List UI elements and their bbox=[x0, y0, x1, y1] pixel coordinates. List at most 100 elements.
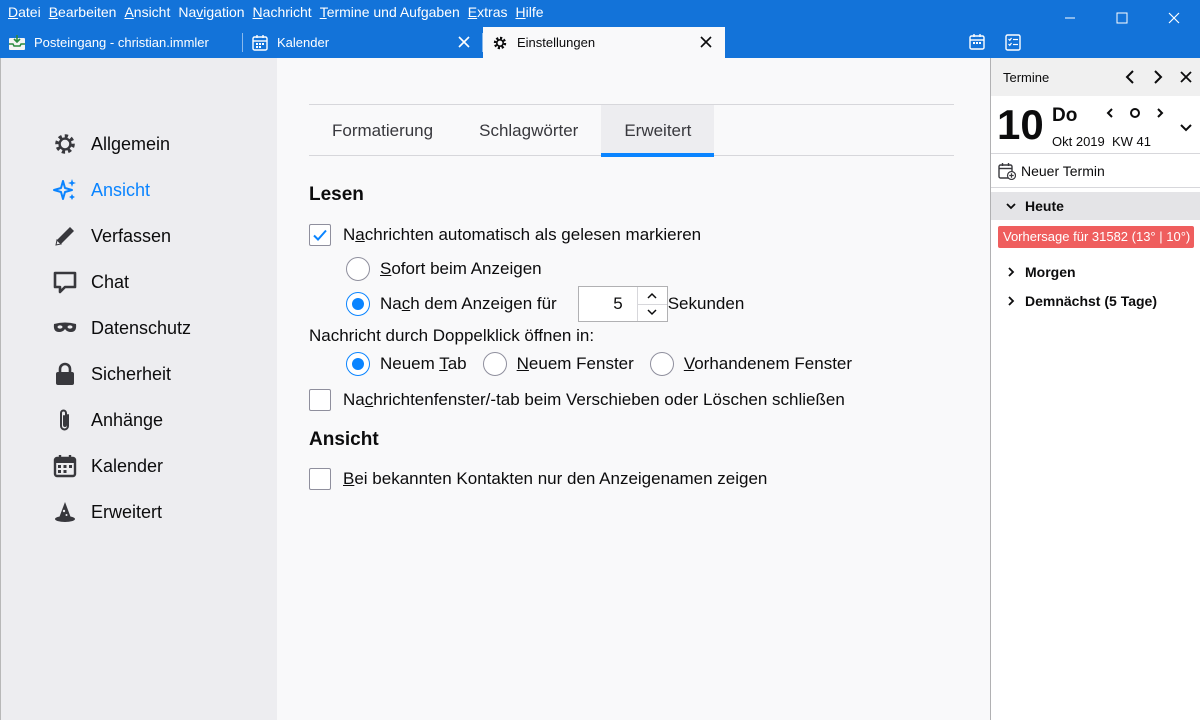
settings-main: Formatierung Schlagwörter Erweitert Lese… bbox=[277, 58, 990, 720]
tab-calendar[interactable]: Kalender bbox=[243, 27, 483, 58]
close-tab-button[interactable] bbox=[455, 33, 473, 51]
menu-extras[interactable]: Extras bbox=[464, 0, 512, 25]
month-year: Okt 2019 bbox=[1052, 134, 1105, 149]
mark-after-label: Nach dem Anzeigen für bbox=[380, 294, 557, 313]
category-label: Chat bbox=[91, 271, 130, 292]
open-in-options: Neuem Tab Neuem Fenster Vorhandenem Fens… bbox=[346, 352, 852, 376]
tasks-toggle-button[interactable] bbox=[1002, 31, 1024, 53]
tomorrow-group-header[interactable]: Morgen bbox=[991, 260, 1200, 284]
category-label: Kalender bbox=[91, 455, 164, 476]
stepper-buttons bbox=[636, 287, 667, 322]
today-button[interactable] bbox=[1122, 102, 1147, 124]
calendar-toggle-button[interactable] bbox=[966, 31, 988, 53]
today-group-label: Heute bbox=[1025, 198, 1064, 214]
mark-after-option[interactable]: Nach dem Anzeigen für 5 Sekunden bbox=[346, 286, 744, 322]
close-today-pane-button[interactable] bbox=[1172, 63, 1200, 91]
menu-hilfe[interactable]: Hilfe bbox=[511, 0, 547, 25]
menu-termine[interactable]: Termine und Aufgaben bbox=[316, 0, 464, 25]
chevron-down-icon bbox=[647, 309, 657, 316]
close-window-button[interactable] bbox=[1148, 0, 1200, 36]
category-label: Anhänge bbox=[91, 409, 164, 430]
calendar-icon bbox=[51, 452, 79, 480]
category-ansicht[interactable]: Ansicht bbox=[51, 172, 150, 208]
event-item[interactable]: Vorhersage für 31582 (13° | 10°) bbox=[998, 226, 1194, 248]
tabbar-toolbar bbox=[966, 31, 1024, 53]
close-tab-button[interactable] bbox=[697, 33, 715, 51]
close-window-on-move-label: Nachrichtenfenster/-tab beim Verschieben… bbox=[343, 390, 845, 409]
menu-navigation[interactable]: Navigation bbox=[174, 0, 248, 25]
category-erweitert[interactable]: Erweitert bbox=[51, 494, 162, 530]
week-number: KW 41 bbox=[1112, 134, 1152, 149]
category-datenschutz[interactable]: Datenschutz bbox=[51, 310, 191, 346]
today-pane-title: Termine bbox=[1003, 69, 1050, 85]
mark-immediately-radio[interactable] bbox=[346, 257, 370, 281]
open-new-tab-option[interactable]: Neuem Tab bbox=[346, 352, 467, 376]
minimize-icon bbox=[1065, 17, 1075, 19]
expand-minimonth-button[interactable] bbox=[1176, 118, 1196, 138]
inbox-icon bbox=[8, 34, 26, 52]
day-name: Do bbox=[1052, 105, 1078, 126]
window-controls bbox=[1044, 0, 1200, 36]
subtab-schlagwoerter[interactable]: Schlagwörter bbox=[456, 105, 601, 156]
pen-icon bbox=[51, 222, 79, 250]
sparkle-icon bbox=[51, 176, 79, 204]
seconds-value[interactable]: 5 bbox=[579, 287, 637, 321]
wizard-hat-icon bbox=[51, 498, 79, 526]
close-window-on-move-option[interactable]: Nachrichtenfenster/-tab beim Verschieben… bbox=[309, 389, 845, 411]
day-number: 10 bbox=[997, 101, 1044, 148]
close-window-on-move-checkbox[interactable] bbox=[309, 389, 331, 411]
subtab-erweitert[interactable]: Erweitert bbox=[601, 105, 715, 157]
mark-after-radio[interactable] bbox=[346, 292, 370, 316]
subtab-formatierung[interactable]: Formatierung bbox=[309, 105, 456, 156]
close-icon bbox=[1168, 12, 1180, 24]
tab-label: Kalender bbox=[277, 35, 330, 50]
checkmark-icon bbox=[313, 229, 327, 241]
display-names-option[interactable]: Bei bekannten Kontakten nur den Anzeigen… bbox=[309, 468, 767, 490]
open-existing-window-option[interactable]: Vorhandenem Fenster bbox=[649, 352, 853, 376]
today-group-header[interactable]: Heute bbox=[991, 192, 1200, 220]
title-bar: Datei Bearbeiten Ansicht Navigation Nach… bbox=[0, 0, 1200, 58]
open-new-window-option[interactable]: Neuem Fenster bbox=[482, 352, 634, 376]
minimize-button[interactable] bbox=[1044, 0, 1096, 36]
menu-ansicht[interactable]: Ansicht bbox=[120, 0, 174, 25]
tab-settings[interactable]: Einstellungen bbox=[483, 27, 725, 58]
category-label: Sicherheit bbox=[91, 363, 172, 384]
new-event-button[interactable]: Neuer Termin bbox=[991, 154, 1200, 188]
previous-day-button[interactable] bbox=[1097, 102, 1122, 124]
open-new-tab-radio[interactable] bbox=[346, 352, 370, 376]
increment-button[interactable] bbox=[637, 287, 667, 305]
tab-inbox[interactable]: Posteingang - christian.immler bbox=[0, 27, 243, 58]
menu-bearbeiten[interactable]: Bearbeiten bbox=[45, 0, 121, 25]
category-sicherheit[interactable]: Sicherheit bbox=[51, 356, 171, 392]
category-allgemein[interactable]: Allgemein bbox=[51, 126, 170, 162]
lock-icon bbox=[51, 360, 79, 388]
category-verfassen[interactable]: Verfassen bbox=[51, 218, 171, 254]
open-existing-window-label: Vorhandenem Fenster bbox=[683, 354, 853, 373]
display-names-checkbox[interactable] bbox=[309, 468, 331, 490]
seconds-stepper[interactable]: 5 bbox=[577, 286, 668, 322]
open-new-window-radio[interactable] bbox=[482, 352, 507, 376]
subtab-label: Formatierung bbox=[332, 120, 434, 140]
next-view-button[interactable] bbox=[1144, 63, 1172, 91]
menu-datei[interactable]: Datei bbox=[4, 0, 45, 25]
mark-immediately-option[interactable]: Sofort beim Anzeigen bbox=[346, 257, 542, 281]
next-day-button[interactable] bbox=[1147, 102, 1172, 124]
subtab-label: Erweitert bbox=[624, 120, 692, 140]
auto-mark-read-checkbox[interactable] bbox=[309, 224, 331, 246]
open-existing-window-radio[interactable] bbox=[649, 352, 674, 376]
upcoming-group-header[interactable]: Demnächst (5 Tage) bbox=[991, 289, 1200, 313]
category-kalender[interactable]: Kalender bbox=[51, 448, 163, 484]
category-chat[interactable]: Chat bbox=[51, 264, 129, 300]
category-anhaenge[interactable]: Anhänge bbox=[51, 402, 163, 438]
maximize-button[interactable] bbox=[1096, 0, 1148, 36]
mask-icon bbox=[51, 314, 79, 342]
menu-nachricht[interactable]: Nachricht bbox=[249, 0, 316, 25]
previous-view-button[interactable] bbox=[1116, 63, 1144, 91]
new-event-icon bbox=[997, 161, 1017, 181]
close-icon bbox=[700, 36, 712, 48]
category-label: Allgemein bbox=[91, 133, 171, 154]
category-nav: Allgemein Ansicht Verfassen Chat Datensc… bbox=[0, 58, 277, 720]
decrement-button[interactable] bbox=[638, 305, 667, 322]
auto-mark-read-option[interactable]: Nachrichten automatisch als gelesen mark… bbox=[309, 224, 701, 246]
seconds-label: Sekunden bbox=[667, 294, 745, 313]
